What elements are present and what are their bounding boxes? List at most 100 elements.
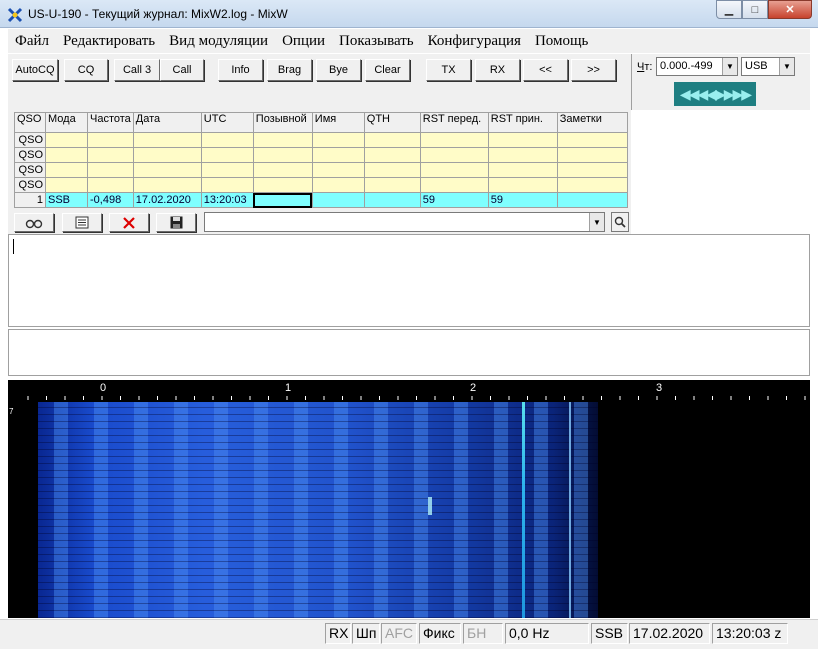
col-name: Имя bbox=[311, 112, 365, 133]
col-rst-sent: RST перед. bbox=[419, 112, 489, 133]
cell-freq[interactable]: -0,498 bbox=[87, 192, 134, 208]
lookup-button[interactable] bbox=[14, 213, 54, 232]
waterfall-display[interactable]: 0 1 2 3 7 bbox=[8, 380, 810, 618]
frequency-select[interactable]: 0.000.-499 ▼ bbox=[656, 57, 738, 76]
scale-label: 0 bbox=[100, 382, 107, 394]
status-afc[interactable]: AFC bbox=[381, 623, 417, 644]
status-mode: SSB bbox=[591, 623, 628, 644]
prev-button[interactable]: << bbox=[523, 59, 568, 81]
mode-value: USB bbox=[745, 60, 768, 72]
floppy-disk-icon bbox=[170, 216, 182, 229]
chevron-down-icon: ▼ bbox=[779, 58, 794, 75]
cell-qth[interactable] bbox=[363, 192, 421, 208]
search-icon bbox=[614, 216, 626, 228]
table-row[interactable]: QSO bbox=[14, 132, 628, 148]
cell-callsign[interactable] bbox=[252, 192, 313, 208]
cell-rst-sent[interactable]: 59 bbox=[419, 192, 489, 208]
maximize-button[interactable]: □ bbox=[742, 0, 768, 19]
table-row[interactable]: QSO bbox=[14, 177, 628, 193]
row-label: QSO bbox=[14, 132, 46, 148]
cell-notes[interactable] bbox=[556, 192, 628, 208]
tuning-arrows[interactable]: ◀◀◀◀▶▶▶▶ bbox=[674, 82, 756, 106]
status-date: 17.02.2020 bbox=[629, 623, 710, 644]
col-mode: Мода bbox=[45, 112, 88, 133]
status-squelch[interactable]: Шп bbox=[352, 623, 380, 644]
table-header-row: QSO Мода Частота Дата UTC Позывной Имя Q… bbox=[14, 112, 628, 133]
menu-configuration[interactable]: Конфигурация bbox=[421, 33, 528, 50]
chevron-down-icon: ▼ bbox=[589, 213, 604, 231]
row-label: QSO bbox=[14, 177, 46, 193]
form-icon bbox=[75, 216, 89, 229]
signal-trace bbox=[522, 402, 525, 618]
status-fix[interactable]: Фикс bbox=[419, 623, 461, 644]
channel-panel: Чт: 0.000.-499 ▼ USB ▼ ◀◀◀◀▶▶▶▶ bbox=[631, 54, 810, 110]
row-label: QSO bbox=[14, 162, 46, 178]
window-title: US-U-190 - Текущий журнал: MixW2.log - M… bbox=[28, 7, 288, 21]
menu-options[interactable]: Опции bbox=[275, 33, 332, 50]
table-row[interactable]: QSO bbox=[14, 147, 628, 163]
log-edit-button[interactable] bbox=[62, 213, 102, 232]
log-area: QSO Мода Частота Дата UTC Позывной Имя Q… bbox=[8, 110, 631, 210]
minimize-button[interactable]: ▁ bbox=[716, 0, 742, 19]
menu-bar: Файл Редактировать Вид модуляции Опции П… bbox=[8, 29, 810, 53]
mode-select[interactable]: USB ▼ bbox=[741, 57, 795, 76]
cell-rst-rcvd[interactable]: 59 bbox=[487, 192, 558, 208]
title-bar: US-U-190 - Текущий журнал: MixW2.log - M… bbox=[0, 0, 818, 28]
scale-label: 2 bbox=[470, 382, 477, 394]
clear-button[interactable]: Clear bbox=[365, 59, 410, 81]
transmit-text-area[interactable] bbox=[8, 329, 810, 376]
status-rx[interactable]: RX bbox=[325, 623, 351, 644]
menu-file[interactable]: Файл bbox=[8, 33, 56, 50]
frequency-scale: 0 1 2 3 bbox=[8, 380, 810, 402]
col-date: Дата bbox=[132, 112, 202, 133]
menu-help[interactable]: Помощь bbox=[528, 33, 595, 50]
row-number: 1 bbox=[14, 192, 46, 208]
col-call: Позывной bbox=[252, 112, 313, 133]
text-caret bbox=[13, 239, 14, 254]
receive-text-area[interactable] bbox=[8, 234, 810, 327]
close-button[interactable]: ✕ bbox=[768, 0, 812, 19]
delete-button[interactable] bbox=[109, 213, 149, 232]
col-notes: Заметки bbox=[556, 112, 628, 133]
cell-mode[interactable]: SSB bbox=[45, 192, 88, 208]
search-button[interactable] bbox=[611, 212, 629, 232]
menu-modulation[interactable]: Вид модуляции bbox=[162, 33, 275, 50]
menu-edit[interactable]: Редактировать bbox=[56, 33, 162, 50]
scale-label: 3 bbox=[656, 382, 663, 394]
brag-button[interactable]: Brag bbox=[267, 59, 312, 81]
current-qso-row[interactable]: 1 SSB -0,498 17.02.2020 13:20:03 59 59 bbox=[14, 192, 628, 208]
signal-burst bbox=[428, 497, 432, 515]
col-freq: Частота bbox=[87, 112, 134, 133]
waterfall-spectrum bbox=[38, 402, 598, 618]
close-icon bbox=[123, 216, 135, 229]
table-row[interactable]: QSO bbox=[14, 162, 628, 178]
call-button[interactable]: Call bbox=[160, 59, 204, 81]
qso-log-table: QSO Мода Частота Дата UTC Позывной Имя Q… bbox=[14, 112, 628, 208]
scale-ticks bbox=[27, 396, 806, 400]
status-time: 13:20:03 z bbox=[712, 623, 788, 644]
scale-label: 1 bbox=[285, 382, 292, 394]
status-bn[interactable]: БН bbox=[463, 623, 503, 644]
channel-label: Чт: bbox=[637, 61, 653, 73]
log-tools: ▼ bbox=[8, 210, 631, 234]
info-button[interactable]: Info bbox=[218, 59, 263, 81]
row-label: QSO bbox=[14, 147, 46, 163]
next-button[interactable]: >> bbox=[571, 59, 616, 81]
cell-date[interactable]: 17.02.2020 bbox=[132, 192, 202, 208]
col-qth: QTH bbox=[363, 112, 421, 133]
col-utc: UTC bbox=[200, 112, 254, 133]
bye-button[interactable]: Bye bbox=[316, 59, 361, 81]
frequency-value: 0.000.-499 bbox=[660, 60, 713, 72]
call3-button[interactable]: Call 3 bbox=[114, 59, 160, 81]
cell-name[interactable] bbox=[311, 192, 365, 208]
app-logo-icon bbox=[7, 7, 23, 23]
menu-view[interactable]: Показывать bbox=[332, 33, 421, 50]
cell-utc[interactable]: 13:20:03 bbox=[200, 192, 254, 208]
signal-trace bbox=[569, 402, 571, 618]
save-qso-button[interactable] bbox=[156, 213, 196, 232]
autocq-button[interactable]: AutoCQ bbox=[12, 59, 58, 81]
rx-button[interactable]: RX bbox=[475, 59, 520, 81]
search-input[interactable]: ▼ bbox=[204, 212, 605, 232]
cq-button[interactable]: CQ bbox=[64, 59, 108, 81]
tx-button[interactable]: TX bbox=[426, 59, 471, 81]
